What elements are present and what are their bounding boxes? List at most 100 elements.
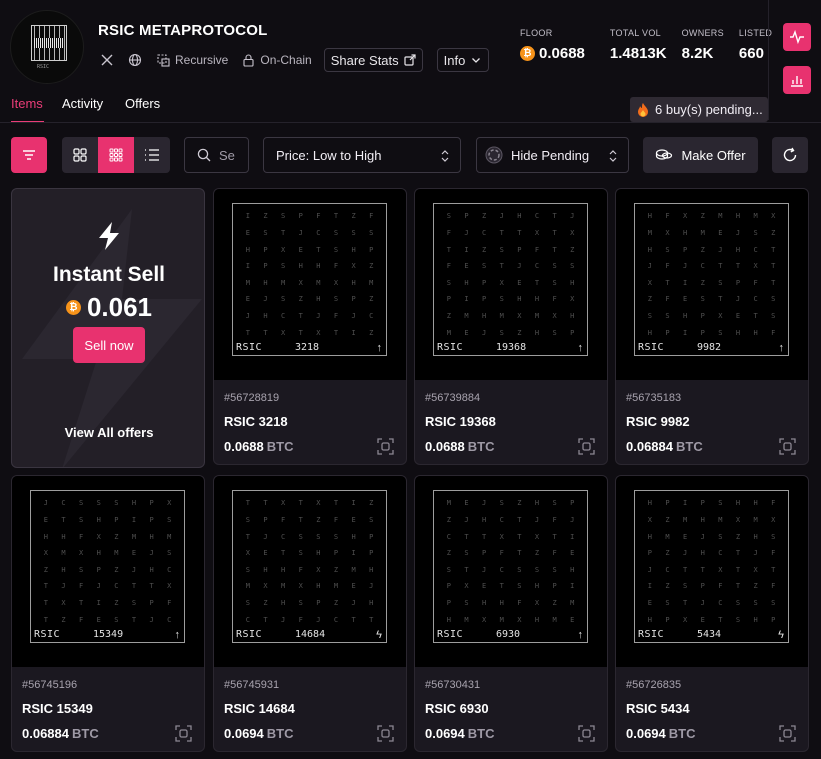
view-small-grid-button[interactable] <box>98 137 134 173</box>
art-glyph: X <box>771 212 776 221</box>
art-glyph: C <box>753 245 758 254</box>
art-glyph: H <box>570 278 575 287</box>
scan-icon[interactable] <box>175 725 192 742</box>
scan-icon[interactable] <box>779 438 796 455</box>
refresh-button[interactable] <box>772 137 808 173</box>
make-offer-button[interactable]: Make Offer <box>643 137 758 173</box>
art-glyph: Z <box>517 328 522 337</box>
item-inscription-id: #56745931 <box>224 679 280 691</box>
art-glyph: H <box>481 599 487 608</box>
art-glyph: I <box>570 532 575 541</box>
item-card[interactable]: SPZJHCTJFJCTTXTXTIZSPFTZFESTJCSSSHPXETSH… <box>414 188 608 465</box>
art-glyph: M <box>167 532 172 541</box>
art-glyph: M <box>131 532 137 541</box>
info-dropdown[interactable]: Info <box>436 48 490 72</box>
art-glyph: F <box>333 262 339 271</box>
list-icon <box>145 149 159 161</box>
item-price: 0.06884 BTC <box>22 726 99 741</box>
share-stats-button[interactable]: Share Stats <box>323 48 423 72</box>
art-glyph: T <box>43 582 48 591</box>
item-card[interactable]: HPIPSHHFXZMHMXMXHMEJSZHSPZJHCTJFJCTTXTXT… <box>615 475 809 752</box>
stat-label: TOTAL VOL <box>609 28 661 38</box>
globe-icon[interactable] <box>127 52 143 68</box>
item-inscription-id: #56739884 <box>425 392 481 404</box>
art-glyph: I <box>682 499 688 508</box>
scan-icon[interactable] <box>377 438 394 455</box>
filter-button[interactable] <box>11 137 47 173</box>
hide-pending-select[interactable]: Hide Pending <box>476 137 629 173</box>
art-glyph: S <box>464 549 469 558</box>
art-glyph: F <box>517 599 522 608</box>
item-card[interactable]: JCSSSHPXETSHPIPSHHFXZMHMXMXHMEJSZHSPZJHC… <box>11 475 205 752</box>
item-card[interactable]: MEJSZHSPZJHCTJFJCTTXTXTIZSPFTZFESTJCSSSH… <box>414 475 608 752</box>
art-glyph: T <box>771 565 776 574</box>
art-glyph: P <box>665 615 670 624</box>
scan-icon[interactable] <box>578 725 595 742</box>
art-glyph: J <box>263 295 268 304</box>
item-card[interactable]: IZSPFTZFESTJCSSSHPXETSHPIPSHHFXZMHMXMXHM… <box>213 188 407 465</box>
art-glyph: S <box>167 515 172 524</box>
art-glyph: M <box>464 615 469 624</box>
art-glyph: Z <box>700 212 705 221</box>
search-box[interactable] <box>184 137 249 173</box>
activity-chart-button[interactable] <box>783 23 811 51</box>
pending-buys-notice[interactable]: 6 buy(s) pending... <box>630 97 768 122</box>
art-glyph: H <box>753 328 758 337</box>
x-twitter-icon[interactable] <box>99 52 115 68</box>
search-icon <box>197 148 211 162</box>
scan-icon[interactable] <box>779 725 796 742</box>
scan-icon[interactable] <box>578 438 595 455</box>
art-glyph: S <box>298 532 303 541</box>
art-glyph: M <box>718 212 723 221</box>
tag-recursive: Recursive <box>155 52 228 68</box>
art-glyph: Z <box>481 212 487 221</box>
art-glyph: H <box>647 328 652 337</box>
stats-chart-button[interactable] <box>783 66 811 94</box>
view-large-grid-button[interactable] <box>62 137 98 173</box>
sort-select[interactable]: Price: Low to High <box>263 137 461 173</box>
item-card[interactable]: TTXTXTIZSPFTZFESTJCSSSHPXETSHPIPSHHFXZMH… <box>213 475 407 752</box>
view-list-button[interactable] <box>134 137 170 173</box>
art-glyph: T <box>735 565 741 574</box>
art-glyph: T <box>263 328 268 337</box>
art-glyph: H <box>263 312 268 321</box>
art-glyph: Z <box>316 515 321 524</box>
art-glyph: I <box>464 295 469 304</box>
item-card[interactable]: HFXZMHMXMXHMEJSZHSPZJHCTJFJCTTXTXTIZSPFT… <box>615 188 809 465</box>
art-glyph: X <box>718 312 723 321</box>
stat-owners: OWNERS 8.2K <box>682 28 724 62</box>
item-image: SPZJHCTJFJCTTXTXTIZSPFTZFESTJCSSSHPXETSH… <box>415 189 607 380</box>
art-glyph: S <box>351 228 356 237</box>
art-glyph: P <box>351 295 356 304</box>
item-inscription-id: #56728819 <box>224 392 280 404</box>
art-glyph: T <box>245 499 250 508</box>
item-name: RSIC 5434 <box>626 701 690 716</box>
art-glyph: M <box>682 515 688 524</box>
view-all-offers-link[interactable]: View All offers <box>12 425 204 440</box>
art-glyph: H <box>149 565 154 574</box>
art-glyph: C <box>718 549 723 558</box>
art-glyph: T <box>464 565 469 574</box>
art-glyph: T <box>481 532 487 541</box>
art-glyph: T <box>700 565 705 574</box>
art-label: RSIC <box>638 629 665 640</box>
sell-now-button[interactable]: Sell now <box>73 327 145 363</box>
scan-icon[interactable] <box>377 725 394 742</box>
art-symbol: ↑ <box>577 342 584 354</box>
art-glyph: P <box>369 549 374 558</box>
art-number: 14684 <box>295 629 326 640</box>
search-input[interactable] <box>219 147 243 163</box>
art-glyph: X <box>682 615 688 624</box>
art-glyph: T <box>131 615 137 624</box>
art-glyph: E <box>700 615 705 624</box>
item-name: RSIC 14684 <box>224 701 295 716</box>
item-art: MEJSZHSPZJHCTJFJCTTXTXTIZSPFTZFESTJCSSSH… <box>433 490 588 643</box>
art-glyph: E <box>43 515 48 524</box>
art-glyph: J <box>682 549 688 558</box>
item-price-value: 0.0688 <box>224 439 264 454</box>
art-glyph: F <box>665 295 670 304</box>
tab-offers[interactable]: Offers <box>125 96 160 111</box>
tab-activity[interactable]: Activity <box>62 96 103 111</box>
collection-logo[interactable]: RSIC <box>10 10 84 84</box>
tab-items[interactable]: Items <box>11 96 43 111</box>
